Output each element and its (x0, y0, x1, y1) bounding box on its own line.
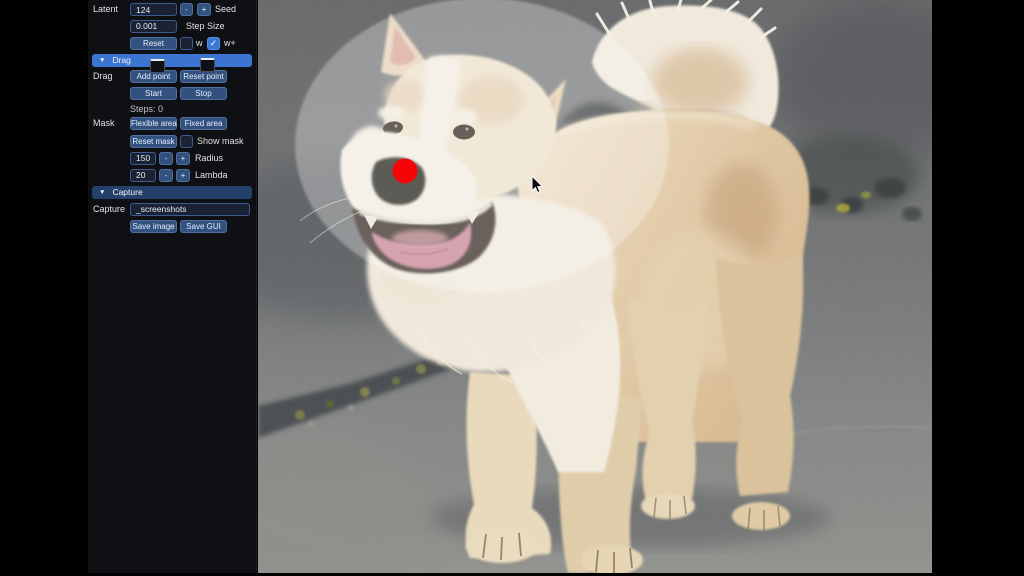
seed-label: Seed (215, 4, 237, 14)
capture-section-header[interactable]: ▼ Capture (92, 186, 252, 199)
drag-section-header[interactable]: ▼ Drag (92, 54, 252, 67)
chevron-down-icon: ▼ (99, 57, 106, 64)
radius-input[interactable] (130, 151, 156, 165)
point-marker-icon (200, 58, 215, 72)
draggan-app-window: { "ui": { "minus": "-", "plus": "+", "co… (0, 0, 1024, 576)
steps-counter: Steps: 0 (130, 104, 164, 114)
save-gui-button[interactable]: Save GUI (180, 220, 227, 233)
mask-area-overlay (295, 0, 669, 292)
fixed-area-button[interactable]: Fixed area (180, 117, 227, 130)
dog-photo (258, 0, 932, 573)
stop-button[interactable]: Stop (180, 87, 227, 100)
start-button[interactable]: Start (130, 87, 177, 100)
step-size-label: Step Size (186, 20, 225, 31)
flexible-area-button[interactable]: Flexible area (130, 117, 177, 130)
letterbox-left (0, 0, 88, 576)
latent-label: Latent (93, 4, 119, 14)
radius-label: Radius (195, 152, 224, 163)
show-mask-checkbox[interactable] (180, 134, 193, 148)
image-canvas[interactable] (258, 0, 932, 573)
lambda-increment-button[interactable]: + (176, 168, 190, 182)
lambda-decrement-button[interactable]: - (159, 168, 173, 182)
seed-increment-button[interactable]: + (197, 3, 211, 16)
seed-decrement-button[interactable]: - (180, 3, 193, 16)
seed-input[interactable] (130, 3, 177, 16)
radius-increment-button[interactable]: + (176, 151, 190, 165)
show-mask-label: Show mask (197, 135, 244, 146)
w-plus-label: w+ (224, 37, 236, 48)
drag-point-marker[interactable] (392, 158, 418, 184)
capture-path-input[interactable] (130, 202, 250, 216)
lambda-input[interactable] (130, 168, 156, 182)
reset-latent-button[interactable]: Reset (130, 36, 177, 50)
capture-label: Capture (93, 203, 126, 214)
radius-decrement-button[interactable]: - (159, 151, 173, 165)
w-checkbox[interactable] (180, 36, 193, 50)
chevron-down-icon: ▼ (99, 189, 106, 196)
control-panel: Latent - + Seed Step Size Reset w ✓ w+ ▼… (88, 0, 257, 576)
save-image-button[interactable]: Save image (130, 220, 177, 233)
mask-label: Mask (93, 118, 115, 128)
w-plus-checkbox[interactable]: ✓ (207, 36, 220, 50)
step-size-input[interactable] (130, 19, 177, 33)
drag-label: Drag (93, 71, 113, 81)
lambda-label: Lambda (195, 169, 228, 180)
point-marker-icon (150, 59, 165, 73)
reset-mask-button[interactable]: Reset mask (130, 134, 177, 148)
w-label: w (196, 37, 203, 48)
letterbox-right (932, 0, 1024, 576)
